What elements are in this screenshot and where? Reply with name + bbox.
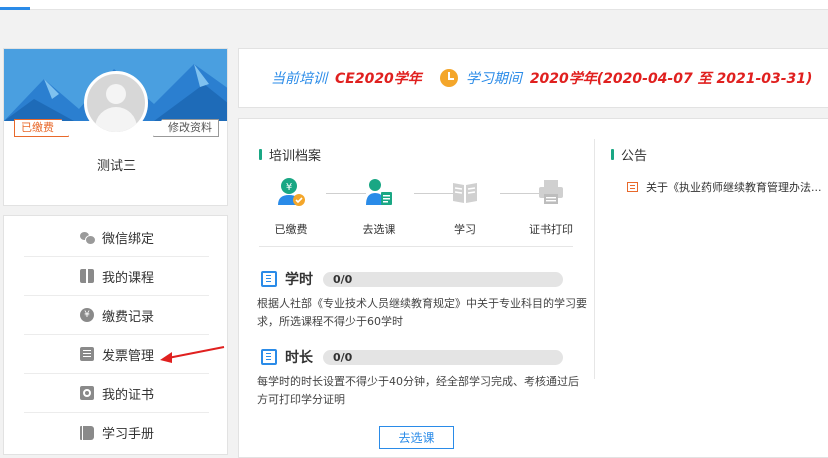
menu-item-invoice-management[interactable]: 发票管理	[24, 335, 209, 374]
select-course-icon	[366, 179, 392, 205]
select-course-button[interactable]: 去选课	[379, 426, 454, 449]
study-period-label: 学习期间	[465, 71, 522, 87]
book-icon	[80, 269, 94, 283]
menu-item-payment-records[interactable]: ¥ 缴费记录	[24, 296, 209, 335]
paid-status-tag: 已缴费	[14, 119, 69, 137]
menu-item-label: 微信绑定	[102, 231, 155, 247]
main-panel: 培训档案 ¥ 已缴费 去选课 学习 证书打印 学时 0/0 根据人社部《专业技术…	[238, 118, 828, 458]
menu-item-label: 缴费记录	[102, 309, 155, 325]
duration-value: 0/0	[333, 350, 353, 364]
menu-item-wechat-binding[interactable]: 微信绑定	[24, 218, 209, 257]
duration-description: 每学时的时长设置不得少于40分钟，经全部学习完成、考核通过后方可打印学分证明	[257, 375, 579, 406]
duration-stat: 时长 0/0	[261, 347, 563, 367]
current-training-label: 当前培训	[271, 71, 327, 87]
paid-icon: ¥	[278, 178, 305, 206]
invoice-icon	[80, 347, 94, 361]
menu-item-label: 我的证书	[102, 387, 155, 403]
certificate-icon	[80, 386, 94, 400]
step-select-course[interactable]: 去选课	[349, 177, 409, 237]
study-icon	[453, 183, 477, 203]
menu-item-label: 我的课程	[102, 270, 155, 286]
notice-icon	[627, 182, 638, 192]
svg-text:¥: ¥	[286, 182, 292, 193]
side-menu: 微信绑定 我的课程 ¥ 缴费记录 发票管理 我的证书 学习手册	[3, 215, 228, 455]
announcement-link[interactable]: 关于《执业药师继续教育管理办法...	[646, 179, 822, 195]
menu-item-my-certificates[interactable]: 我的证书	[24, 374, 209, 413]
duration-label: 时长	[285, 350, 313, 366]
clipboard-icon	[261, 271, 277, 287]
archive-section-title: 培训档案	[259, 145, 321, 164]
top-nav-bar	[0, 0, 828, 10]
current-training-bar: 当前培训 CE2020学年 学习期间 2020学年(2020-04-07 至 2…	[238, 48, 828, 108]
section-divider	[259, 246, 573, 247]
duration-progress-bar: 0/0	[323, 349, 563, 365]
menu-item-label: 发票管理	[102, 348, 155, 364]
step-paid[interactable]: ¥ 已缴费	[261, 177, 321, 237]
announcement-item[interactable]: 关于《执业药师继续教育管理办法...	[627, 179, 822, 195]
menu-item-my-courses[interactable]: 我的课程	[24, 257, 209, 296]
username: 测试三	[96, 159, 136, 174]
wechat-icon	[80, 230, 96, 245]
menu-item-label: 学习手册	[102, 427, 155, 442]
hours-value: 0/0	[333, 272, 353, 286]
announcement-section-title: 公告	[611, 145, 647, 164]
study-period-value: 2020学年(2020-04-07 至 2021-03-31)	[529, 71, 813, 87]
menu-item-study-manual[interactable]: 学习手册	[24, 413, 209, 452]
current-training-value: CE2020学年	[335, 71, 422, 87]
profile-card: 已缴费 修改资料 测试三	[3, 48, 228, 206]
edit-profile-button[interactable]: 修改资料	[153, 119, 219, 137]
step-study[interactable]: 学习	[435, 177, 495, 237]
hours-label: 学时	[285, 272, 313, 288]
yen-icon: ¥	[80, 308, 94, 322]
column-divider	[594, 139, 595, 379]
hours-stat: 学时 0/0	[261, 269, 563, 289]
hours-description: 根据人社部《专业技术人员继续教育规定》中关于专业科目的学习要求，所选课程不得少于…	[257, 297, 587, 328]
manual-icon	[80, 425, 94, 440]
clock-icon	[439, 69, 458, 87]
active-tab-indicator	[0, 7, 30, 10]
print-icon	[539, 180, 563, 204]
clipboard-icon	[261, 349, 277, 365]
step-print-certificate[interactable]: 证书打印	[521, 177, 581, 237]
hours-progress-bar: 0/0	[323, 271, 563, 287]
avatar[interactable]	[84, 71, 148, 135]
